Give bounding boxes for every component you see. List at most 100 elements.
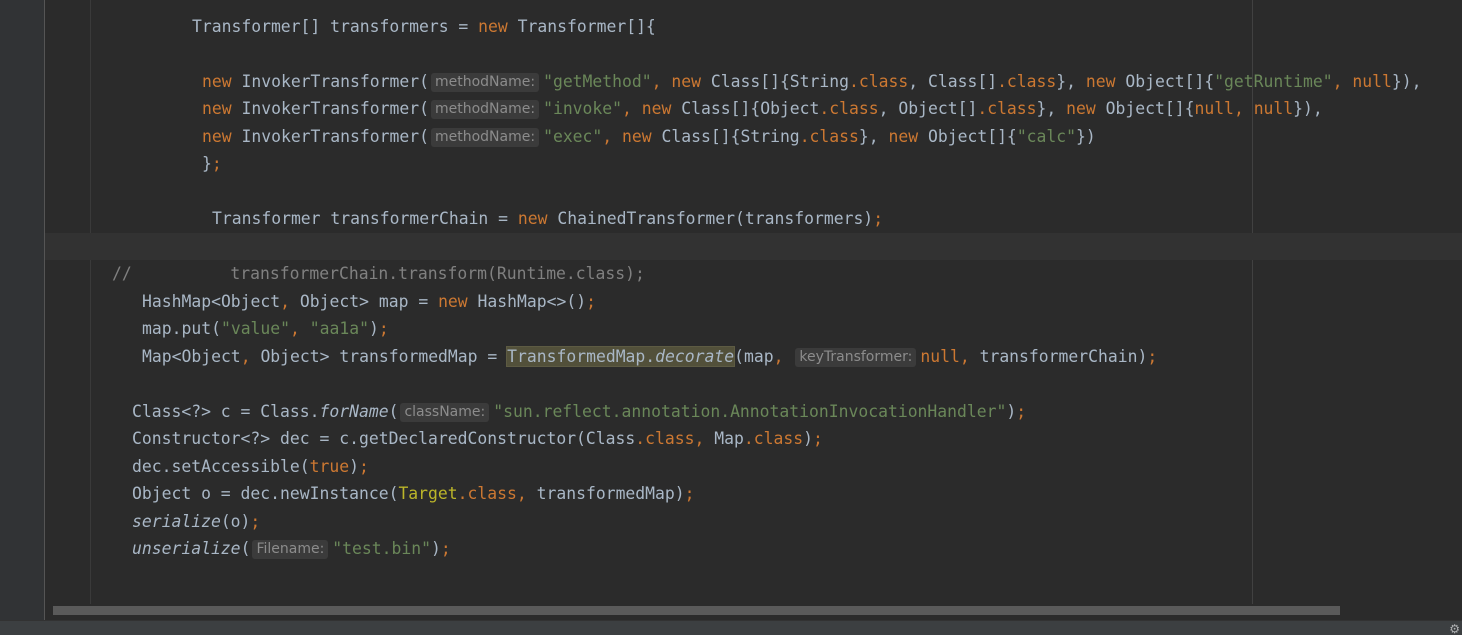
code-text: , Object[] xyxy=(878,99,978,118)
keyword: .class xyxy=(819,99,879,118)
code-text: map.put( xyxy=(142,319,221,338)
parameter-hint: className: xyxy=(400,403,490,422)
string-literal: "exec" xyxy=(543,127,603,146)
code-text: transformerChain) xyxy=(979,347,1148,366)
keyword: null xyxy=(1194,99,1234,118)
code-line[interactable]: Constructor<?> dec = c.getDeclaredConstr… xyxy=(132,428,823,450)
keyword: new xyxy=(888,127,919,146)
keyword: new xyxy=(202,72,232,91)
status-bar xyxy=(0,620,1462,635)
punctuation: , xyxy=(240,347,261,366)
gear-icon[interactable]: ⚙ xyxy=(1449,623,1460,635)
code-line[interactable]: dec.setAccessible(true); xyxy=(132,456,369,478)
punctuation: , xyxy=(1332,72,1353,91)
code-text: }, xyxy=(858,127,889,146)
keyword: .class xyxy=(635,429,695,448)
semicolon: ; xyxy=(812,429,823,448)
code-text: Transformer[]{ xyxy=(507,17,656,36)
usage-highlight[interactable]: TransformedMap.decorate xyxy=(506,346,736,367)
code-text: ) xyxy=(349,457,359,476)
code-line-comment[interactable]: // transformerChain.transform(Runtime.cl… xyxy=(112,263,645,285)
code-line[interactable]: Class<?> c = Class.forName(className: "su… xyxy=(132,401,1026,423)
static-method-name: forName xyxy=(319,402,389,421)
code-area[interactable]: Transformer[] transformers = new Transfo… xyxy=(0,0,1462,600)
code-text: dec.setAccessible( xyxy=(132,457,310,476)
code-text: InvokerTransformer( xyxy=(231,99,429,118)
code-line[interactable]: new InvokerTransformer(methodName: "getMe… xyxy=(202,71,1421,93)
code-line[interactable]: Map<Object, Object> transformedMap = Tra… xyxy=(142,346,1157,368)
code-text: ChainedTransformer(transformers) xyxy=(547,209,874,228)
keyword: null xyxy=(1352,72,1392,91)
keyword: null xyxy=(1253,99,1294,118)
keyword: .class xyxy=(997,72,1057,91)
code-line[interactable]: }; xyxy=(202,153,222,175)
string-literal: "sun.reflect.annotation.AnnotationInvoca… xyxy=(493,402,1007,421)
code-line[interactable]: serialize(o); xyxy=(132,511,260,533)
class-name: TransformedMap. xyxy=(507,347,656,366)
semicolon: ; xyxy=(211,154,222,173)
code-text: Class<?> c = Class. xyxy=(132,402,320,421)
code-text: ) xyxy=(1006,402,1017,421)
code-text: , Class[] xyxy=(908,72,998,91)
string-literal: "invoke" xyxy=(543,99,623,118)
keyword: new xyxy=(1066,99,1096,118)
code-text: ( xyxy=(388,402,399,421)
punctuation: , xyxy=(516,484,537,503)
code-text: (map xyxy=(734,347,774,366)
code-text: Class[]{String xyxy=(701,72,850,91)
code-text: InvokerTransformer( xyxy=(231,127,429,146)
keyword: new xyxy=(517,209,548,228)
semicolon: ; xyxy=(586,292,596,311)
static-method-name: decorate xyxy=(655,347,735,366)
keyword: new xyxy=(202,127,232,146)
static-method-name: unserialize xyxy=(132,539,241,558)
punctuation: , xyxy=(1233,99,1254,118)
code-text: (o) xyxy=(220,512,251,531)
punctuation: , xyxy=(959,347,980,366)
keyword: new xyxy=(438,292,468,311)
code-line[interactable]: map.put("value", "aa1a"); xyxy=(142,318,389,340)
semicolon: ; xyxy=(873,209,884,228)
code-text: }) xyxy=(1076,127,1096,146)
code-text: Object> transformedMap = xyxy=(260,347,508,366)
semicolon: ; xyxy=(250,512,261,531)
punctuation: , xyxy=(773,347,794,366)
code-text: ) xyxy=(803,429,813,448)
string-literal: "value" xyxy=(220,319,291,338)
punctuation: , xyxy=(290,319,310,338)
keyword: true xyxy=(309,457,350,476)
keyword: new xyxy=(478,17,508,36)
keyword: .class xyxy=(849,72,909,91)
code-editor[interactable]: Transformer[] transformers = new Transfo… xyxy=(0,0,1462,635)
keyword: new xyxy=(622,127,652,146)
keyword: new xyxy=(202,99,232,118)
semicolon: ; xyxy=(440,539,451,558)
code-line[interactable]: HashMap<Object, Object> map = new HashMa… xyxy=(142,291,596,313)
parameter-hint: methodName: xyxy=(430,73,540,92)
code-text: Object> map = xyxy=(299,292,439,311)
code-text: Object[]{ xyxy=(1095,99,1195,118)
code-line[interactable]: Transformer[] transformers = new Transfo… xyxy=(192,16,656,38)
punctuation: , xyxy=(694,429,715,448)
code-text: }), xyxy=(1293,99,1323,118)
code-text: transformedMap) xyxy=(536,484,685,503)
parameter-hint: keyTransformer: xyxy=(795,348,917,367)
punctuation: , xyxy=(280,292,300,311)
code-line[interactable]: new InvokerTransformer(methodName: "invok… xyxy=(202,98,1323,120)
code-text: Map xyxy=(714,429,744,448)
code-text: Object[]{ xyxy=(918,127,1017,146)
code-line[interactable]: new InvokerTransformer(methodName: "exec"… xyxy=(202,126,1096,148)
code-text: Object o = dec.newInstance( xyxy=(132,484,399,503)
code-line[interactable]: Object o = dec.newInstance(Target.class,… xyxy=(132,483,695,505)
code-text: Class[]{Object xyxy=(671,99,820,118)
code-text: }), xyxy=(1391,72,1422,91)
code-line[interactable]: unserialize(Filename: "test.bin"); xyxy=(132,538,451,560)
code-text: }, xyxy=(1036,99,1067,118)
code-text: ) xyxy=(369,319,379,338)
code-text: Constructor<?> dec = c.getDeclaredConstr… xyxy=(132,429,636,448)
parameter-hint: Filename: xyxy=(252,540,329,559)
horizontal-scrollbar-thumb[interactable] xyxy=(53,606,1340,615)
code-line[interactable]: Transformer transformerChain = new Chain… xyxy=(212,208,883,230)
semicolon: ; xyxy=(1147,347,1158,366)
code-text: ) xyxy=(430,539,441,558)
